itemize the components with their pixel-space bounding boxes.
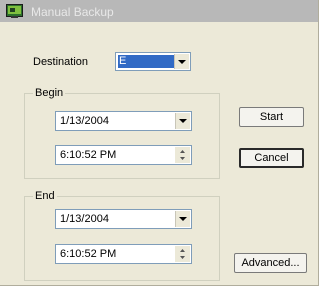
manual-backup-dialog: Manual Backup Destination E Begin 1/13/2… bbox=[0, 0, 319, 286]
begin-date-dropdown-button[interactable] bbox=[175, 113, 190, 129]
destination-value: E bbox=[119, 55, 127, 67]
end-time-spin-buttons bbox=[175, 246, 190, 262]
end-group-label: End bbox=[33, 190, 57, 202]
title-bar[interactable]: Manual Backup bbox=[0, 0, 318, 22]
arrow-down-icon bbox=[180, 157, 185, 160]
destination-dropdown-button[interactable] bbox=[174, 54, 189, 69]
begin-date-value: 1/13/2004 bbox=[60, 115, 109, 127]
end-time-spinner[interactable]: 6:10:52 PM bbox=[55, 244, 192, 264]
chevron-down-icon bbox=[178, 60, 186, 64]
destination-combo[interactable]: E bbox=[115, 52, 191, 71]
end-time-value: 6:10:52 PM bbox=[60, 248, 117, 260]
arrow-up-icon bbox=[180, 150, 185, 153]
start-button[interactable]: Start bbox=[239, 107, 304, 127]
end-time-down-button[interactable] bbox=[175, 253, 190, 262]
cancel-button[interactable]: Cancel bbox=[239, 148, 304, 168]
end-date-value: 1/13/2004 bbox=[60, 213, 109, 225]
begin-time-spin-buttons bbox=[175, 147, 190, 163]
app-icon bbox=[6, 4, 23, 18]
destination-label: Destination bbox=[33, 56, 89, 68]
chevron-down-icon bbox=[179, 119, 187, 123]
begin-group-label: Begin bbox=[33, 87, 66, 99]
destination-selected-value: E bbox=[118, 55, 174, 68]
end-date-dropdown-button[interactable] bbox=[175, 211, 190, 227]
begin-group bbox=[24, 93, 220, 179]
end-date-picker[interactable]: 1/13/2004 bbox=[55, 209, 192, 229]
begin-time-down-button[interactable] bbox=[175, 154, 190, 163]
window-title: Manual Backup bbox=[31, 5, 114, 19]
begin-date-picker[interactable]: 1/13/2004 bbox=[55, 111, 192, 131]
advanced-button[interactable]: Advanced... bbox=[234, 253, 307, 273]
begin-time-spinner[interactable]: 6:10:52 PM bbox=[55, 145, 192, 165]
chevron-down-icon bbox=[179, 217, 187, 221]
arrow-down-icon bbox=[180, 256, 185, 259]
begin-time-value: 6:10:52 PM bbox=[60, 149, 117, 161]
arrow-up-icon bbox=[180, 249, 185, 252]
